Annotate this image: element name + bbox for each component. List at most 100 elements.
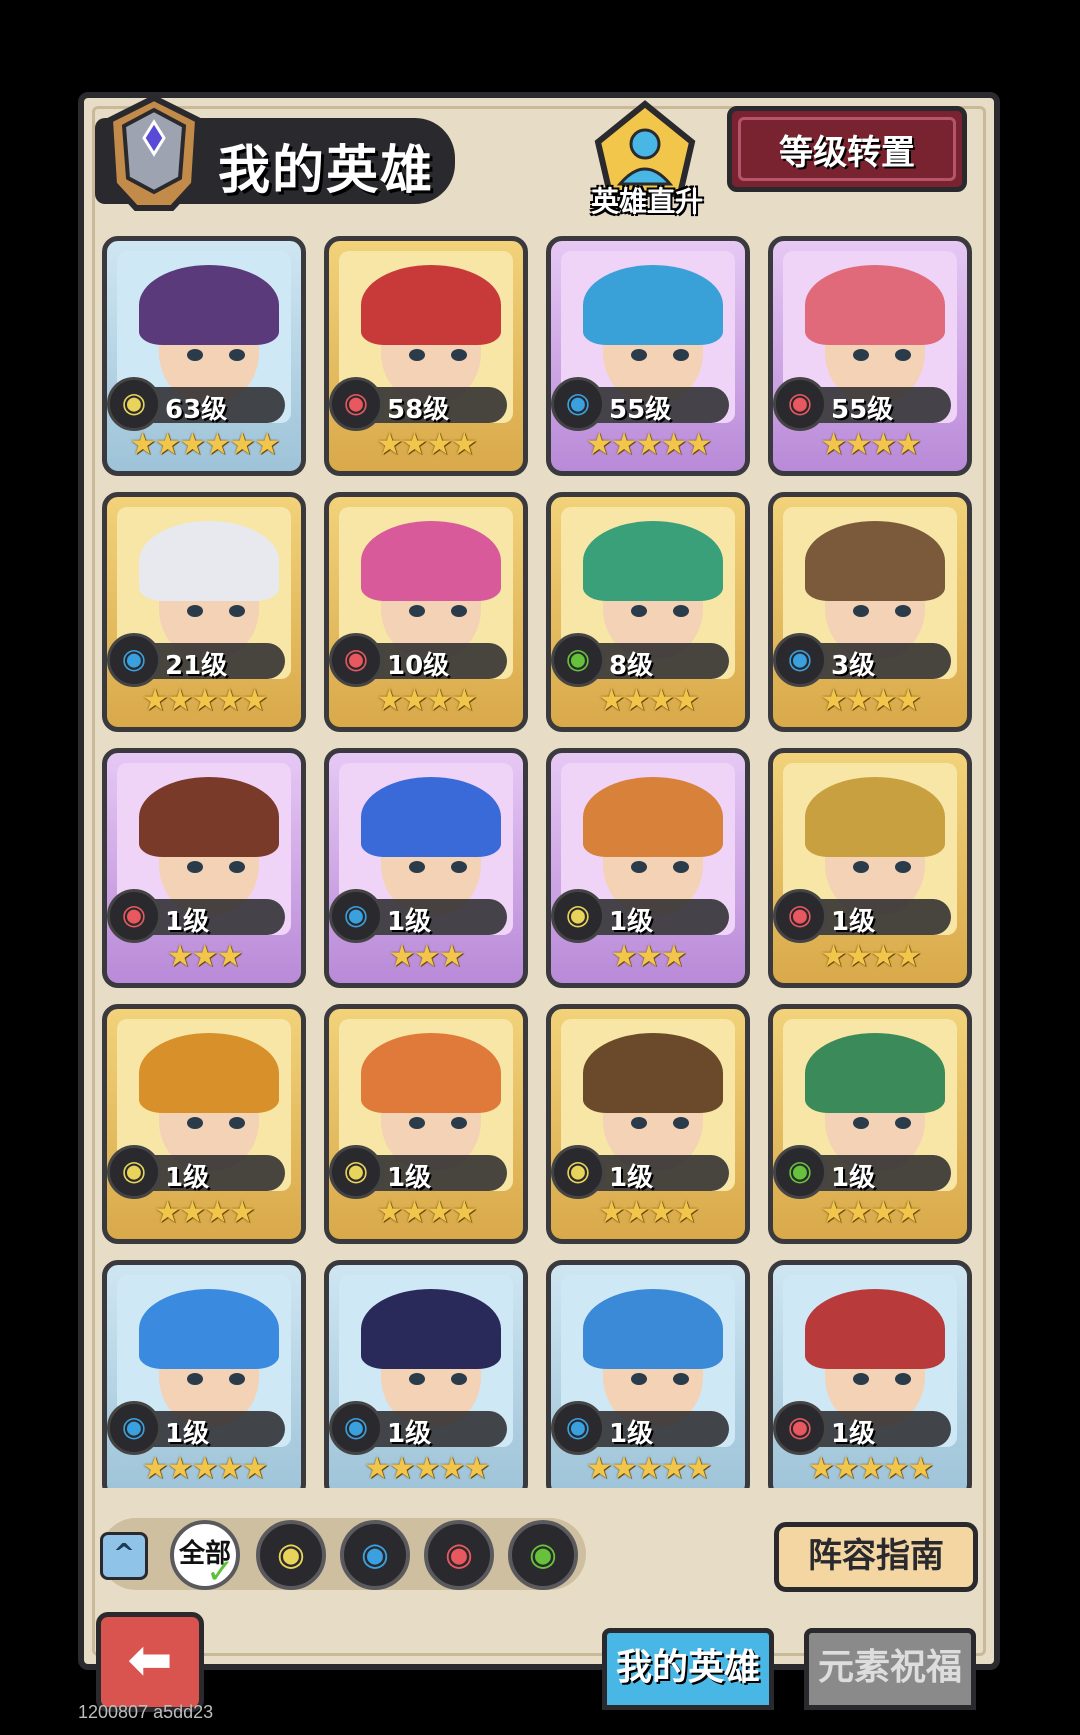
hero-level: 58级 <box>387 395 450 425</box>
hero-card[interactable]: ◉ 55级 ★★★★★ <box>546 236 750 476</box>
tab-element-blessing-label: 元素祝福 <box>817 1647 962 1688</box>
hero-card[interactable]: ◉ 8级 ★★★★ <box>546 492 750 732</box>
hero-stars: ★★★★ <box>376 427 478 462</box>
hero-card[interactable]: ◉ 1级 ★★★★ <box>546 1004 750 1244</box>
hero-card[interactable]: ◉ 1级 ★★★★ <box>324 1004 528 1244</box>
lineup-guide-label: 阵容指南 <box>808 1536 944 1576</box>
hero-stars: ★★★★ <box>820 683 922 718</box>
hero-level: 63级 <box>165 395 228 425</box>
hero-hair <box>361 521 501 601</box>
water-element-icon: ◉ <box>107 633 161 687</box>
hero-eye <box>895 349 911 361</box>
back-button[interactable]: ⬅ <box>96 1612 204 1712</box>
level-reset-label: 等级转置 <box>779 133 915 173</box>
hero-level: 55级 <box>609 395 672 425</box>
fire-element-icon: ◉ <box>445 1535 473 1573</box>
fire-element-icon: ◉ <box>773 889 827 943</box>
hero-level: 1级 <box>609 1163 654 1193</box>
hero-card[interactable]: ◉ 58级 ★★★★ <box>324 236 528 476</box>
hero-eye <box>631 349 647 361</box>
filter-water-button[interactable]: ◉ <box>340 1520 410 1590</box>
hero-level: 1级 <box>831 907 876 937</box>
hero-hair <box>583 777 723 857</box>
hero-level: 55级 <box>831 395 894 425</box>
hero-stars: ★★★★ <box>376 683 478 718</box>
hero-hair <box>361 1033 501 1113</box>
water-element-icon: ◉ <box>361 1535 389 1573</box>
hero-stars: ★★★★ <box>598 683 700 718</box>
hero-hair <box>139 1033 279 1113</box>
tab-my-heroes[interactable]: 我的英雄 <box>602 1628 774 1710</box>
check-icon: ✓ <box>206 1552 235 1592</box>
water-element-icon: ◉ <box>329 1401 383 1455</box>
fire-element-icon: ◉ <box>329 633 383 687</box>
lineup-guide-button[interactable]: 阵容指南 <box>774 1522 978 1592</box>
hero-stars: ★★★★★ <box>807 1451 934 1486</box>
hero-eye <box>187 1373 203 1385</box>
fire-element-icon: ◉ <box>329 377 383 431</box>
hero-hair <box>805 777 945 857</box>
hero-eye <box>187 1117 203 1129</box>
hero-card[interactable]: ◉ 3级 ★★★★ <box>768 492 972 732</box>
hero-eye <box>187 861 203 873</box>
hero-card[interactable]: ◉ 21级 ★★★★★ <box>102 492 306 732</box>
wind-element-icon: ◉ <box>773 1145 827 1199</box>
tab-element-blessing[interactable]: 元素祝福 <box>804 1628 976 1710</box>
hero-stars: ★★★★ <box>820 427 922 462</box>
filter-wind-button[interactable]: ◉ <box>508 1520 578 1590</box>
hero-card[interactable]: ◉ 1级 ★★★★★ <box>324 1260 528 1488</box>
hero-card[interactable]: ◉ 1级 ★★★★★ <box>546 1260 750 1488</box>
hero-eye <box>673 861 689 873</box>
back-arrow-icon: ⬅ <box>127 1628 173 1691</box>
hero-eye <box>451 861 467 873</box>
hero-hair <box>583 1289 723 1369</box>
hero-hair <box>805 521 945 601</box>
hero-hair <box>139 265 279 345</box>
hero-eye <box>853 1117 869 1129</box>
filter-fire-button[interactable]: ◉ <box>424 1520 494 1590</box>
wind-element-icon: ◉ <box>529 1535 557 1573</box>
fire-element-icon: ◉ <box>773 1401 827 1455</box>
hero-card[interactable]: ◉ 63级 ★★★★★★ <box>102 236 306 476</box>
hero-level: 1级 <box>387 1163 432 1193</box>
hero-eye <box>409 1373 425 1385</box>
hero-stars: ★★★★★ <box>141 683 268 718</box>
wind-element-icon: ◉ <box>551 633 605 687</box>
collapse-toggle-button[interactable]: ^ <box>100 1532 148 1580</box>
hero-eye <box>229 349 245 361</box>
helmet-icon <box>106 94 202 211</box>
hero-card[interactable]: ◉ 1级 ★★★★ <box>768 1004 972 1244</box>
hero-stars: ★★★ <box>610 939 688 974</box>
level-reset-button[interactable]: 等级转置 <box>727 106 967 192</box>
hero-level: 1级 <box>831 1163 876 1193</box>
hero-card[interactable]: ◉ 1级 ★★★★★ <box>768 1260 972 1488</box>
hero-eye <box>853 605 869 617</box>
hero-grid: ◉ 63级 ★★★★★★ ◉ 58级 ★★★★ ◉ 55级 ★★★★★ ◉ 55级 ★★★★ ◉ 21级 ★… <box>102 236 976 1488</box>
hero-hair <box>583 265 723 345</box>
hero-level: 3级 <box>831 651 876 681</box>
hero-eye <box>409 605 425 617</box>
hero-card[interactable]: ◉ 1级 ★★★★ <box>768 748 972 988</box>
hero-card[interactable]: ◉ 55级 ★★★★ <box>768 236 972 476</box>
hero-hair <box>583 521 723 601</box>
hero-card[interactable]: ◉ 1级 ★★★ <box>102 748 306 988</box>
hero-eye <box>853 349 869 361</box>
hero-eye <box>631 1117 647 1129</box>
hero-stars: ★★★★★ <box>363 1451 490 1486</box>
hero-direct-upgrade-label[interactable]: 英雄直升 <box>582 180 712 220</box>
hero-card[interactable]: ◉ 1级 ★★★ <box>324 748 528 988</box>
hero-card[interactable]: ◉ 10级 ★★★★ <box>324 492 528 732</box>
hero-card[interactable]: ◉ 1级 ★★★★★ <box>102 1260 306 1488</box>
hero-card[interactable]: ◉ 1级 ★★★ <box>546 748 750 988</box>
hero-card[interactable]: ◉ 1级 ★★★★ <box>102 1004 306 1244</box>
water-element-icon: ◉ <box>107 1401 161 1455</box>
hero-eye <box>229 605 245 617</box>
filter-earth-button[interactable]: ◉ <box>256 1520 326 1590</box>
hero-level: 1级 <box>387 1419 432 1449</box>
earth-element-icon: ◉ <box>551 1145 605 1199</box>
hero-eye <box>409 1117 425 1129</box>
hero-hair <box>361 1289 501 1369</box>
hero-stars: ★★★★★ <box>585 427 712 462</box>
hero-eye <box>229 1373 245 1385</box>
earth-element-icon: ◉ <box>329 1145 383 1199</box>
